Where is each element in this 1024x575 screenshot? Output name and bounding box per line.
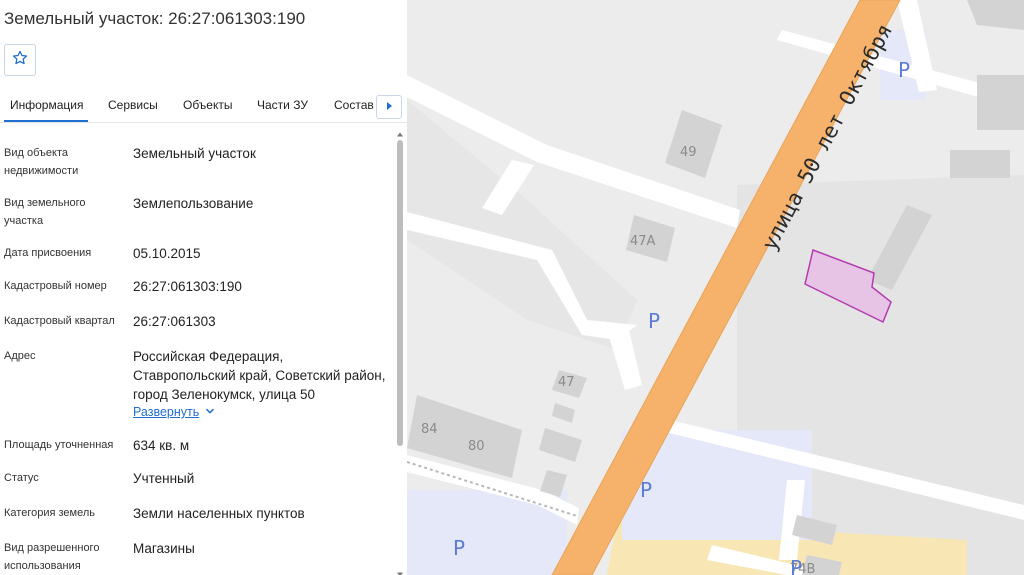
parking-icon: P <box>453 536 465 560</box>
star-outline-icon <box>11 49 29 72</box>
tab-objects[interactable]: Объекты <box>183 98 233 112</box>
property-value: Земельный участок <box>133 146 256 161</box>
expand-address-link[interactable]: Развернуть <box>133 405 199 419</box>
app-root: Земельный участок: 26:27:061303:190 Инфо… <box>0 0 1024 575</box>
map-canvas[interactable]: улица 50 лет Октября 49 47А 47 84 80 74В… <box>407 0 1024 575</box>
property-value: Земли населенных пунктов <box>133 506 305 521</box>
house-number-label: 49 <box>680 145 697 160</box>
property-label: Кадастровый квартал <box>4 315 115 327</box>
scrollbar-thumb[interactable] <box>397 140 403 446</box>
property-value: 05.10.2015 <box>133 246 201 261</box>
tabs-scroll-right-button[interactable] <box>376 95 402 119</box>
property-value: 26:27:061303 <box>133 314 216 329</box>
property-label: Вид разрешенного использования <box>4 542 100 572</box>
property-label: Статус <box>4 472 39 484</box>
property-value: Магазины <box>133 541 195 556</box>
house-number-label: 47А <box>630 234 656 249</box>
parking-icon: P <box>790 556 802 575</box>
tab-composition[interactable]: Состав <box>334 98 374 112</box>
tab-information[interactable]: Информация <box>10 98 83 112</box>
map-view[interactable]: улица 50 лет Октября 49 47А 47 84 80 74В… <box>407 0 1024 575</box>
parking-icon: P <box>640 478 652 502</box>
page-title: Земельный участок: 26:27:061303:190 <box>4 9 306 28</box>
properties-list: Вид объекта недвижимости Земельный участ… <box>0 124 395 575</box>
chevron-down-icon[interactable] <box>205 406 215 419</box>
property-value: Землепользование <box>133 196 254 211</box>
property-label: Адрес <box>4 350 36 362</box>
info-panel: Земельный участок: 26:27:061303:190 Инфо… <box>0 0 407 575</box>
house-number-label: 80 <box>468 439 485 454</box>
property-value: 26:27:061303:190 <box>133 279 242 294</box>
house-number-label: 47 <box>558 375 575 390</box>
parking-icon: P <box>648 309 660 333</box>
property-label: Дата присвоения <box>4 247 92 259</box>
tab-parcel-parts[interactable]: Части ЗУ <box>257 98 308 112</box>
property-value: 634 кв. м <box>133 438 190 453</box>
property-label: Вид земельного участка <box>4 197 86 227</box>
building <box>950 150 1010 178</box>
property-label: Кадастровый номер <box>4 280 107 292</box>
address-value: Российская Федерация, Ставропольский кра… <box>133 349 386 402</box>
property-label: Вид объекта недвижимости <box>4 147 79 177</box>
active-tab-indicator <box>4 120 88 122</box>
property-label: Площадь уточненная <box>4 439 114 451</box>
tab-bar: Информация Сервисы Объекты Части ЗУ Сост… <box>0 90 407 123</box>
favorite-button[interactable] <box>4 44 36 76</box>
house-number-label: 84 <box>421 422 438 437</box>
scroll-up-arrow-icon[interactable] <box>396 126 404 137</box>
property-value: Учтенный <box>133 471 195 486</box>
property-label: Категория земель <box>4 507 95 519</box>
chevron-right-icon <box>385 98 393 116</box>
tab-services[interactable]: Сервисы <box>108 98 158 112</box>
building <box>977 75 1024 130</box>
parking-icon: P <box>898 58 910 82</box>
scroll-down-arrow-icon[interactable] <box>396 565 404 575</box>
